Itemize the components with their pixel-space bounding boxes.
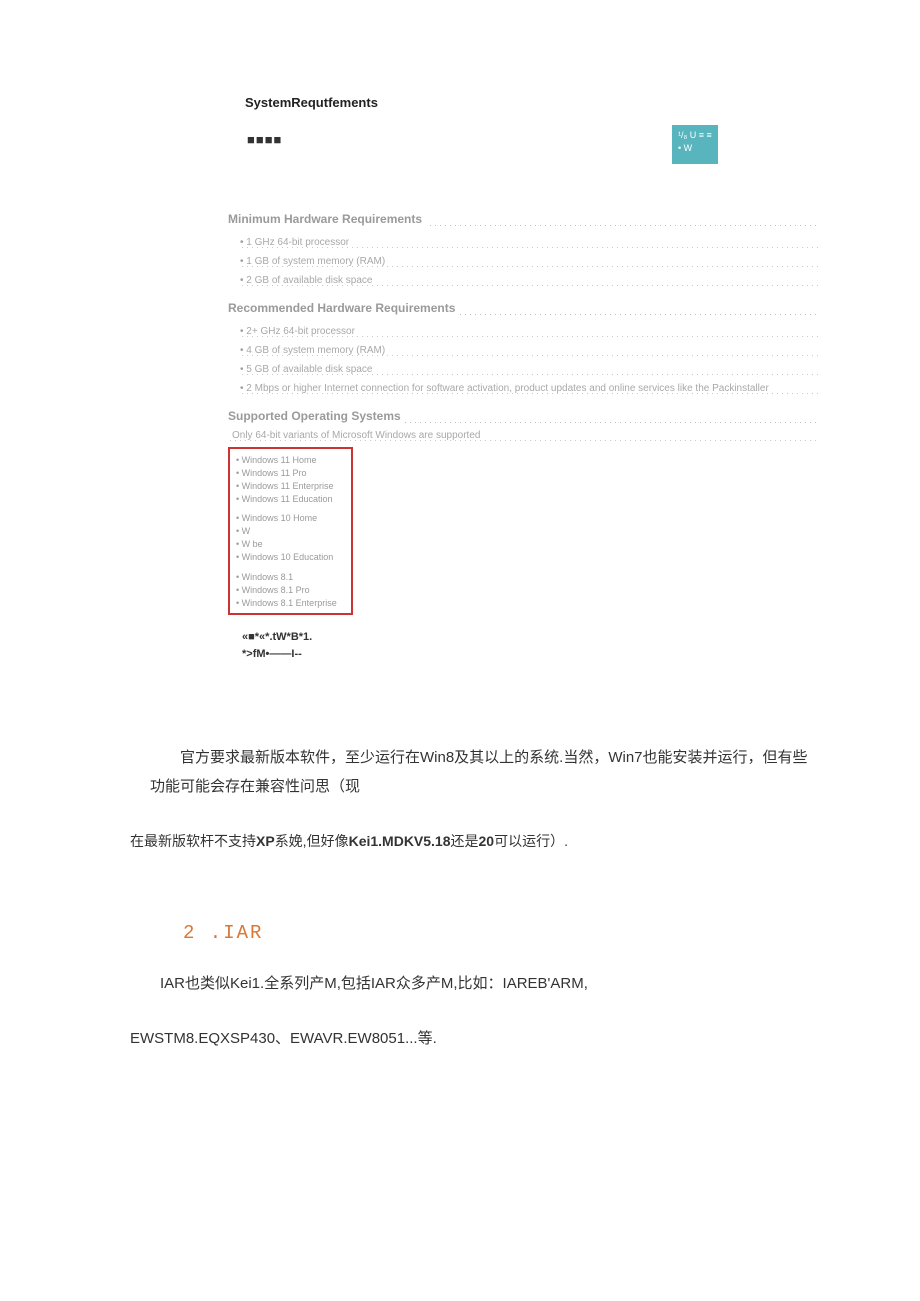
p2-d: Kei1.MDKV5.18 [349, 833, 451, 849]
min-hw-heading: Minimum Hardware Requirements [228, 209, 820, 229]
p2-g: 可以运行）. [494, 833, 568, 849]
section-number-iar: 2 .IAR [183, 922, 820, 944]
p2-b: XP [256, 833, 275, 849]
p2-f: 20 [479, 833, 495, 849]
list-item: 2 GB of available disk space [240, 271, 820, 290]
list-item: W be [236, 538, 345, 551]
p2-c: 系娩,但好像 [275, 833, 349, 849]
list-item: Windows 10 Home [236, 505, 345, 525]
list-item: 1 GB of system memory (RAM) [240, 252, 820, 271]
garble-line-2: *>fM•——I-- [242, 646, 820, 663]
list-item: Windows 11 Enterprise [236, 479, 345, 492]
header-dashes: ■■■■ [247, 132, 820, 147]
list-item: Windows 10 Education [236, 551, 345, 564]
rec-hw-heading: Recommended Hardware Requirements [228, 298, 820, 318]
list-item: 2+ GHz 64-bit processor [240, 322, 820, 341]
list-item: 1 GHz 64-bit processor [240, 233, 820, 252]
os-list: Windows 11 Home Windows 11 Pro Windows 1… [236, 453, 345, 609]
rec-hw-heading-text: Recommended Hardware Requirements [228, 301, 459, 315]
list-item: Windows 8.1 [236, 564, 345, 584]
paragraph-4: EWSTM8.EQXSP430、EWAVR.EW8051...等. [130, 1025, 820, 1054]
list-item: 2 Mbps or higher Internet connection for… [240, 379, 820, 398]
os-note: Only 64-bit variants of Microsoft Window… [228, 426, 820, 445]
os-heading-text: Supported Operating Systems [228, 409, 405, 423]
list-item: W [236, 525, 345, 538]
page-header: SystemRequtfements [245, 95, 820, 110]
list-item: 5 GB of available disk space [240, 360, 820, 379]
paragraph-2: 在最新版软杆不支持XP系娩,但好像Kei1.MDKV5.18还是20可以运行）. [130, 829, 820, 854]
list-item: Windows 11 Education [236, 492, 345, 505]
paragraph-1: 官方要求最新版本软件，至少运行在Win8及其以上的系统.当然，Win7也能安装并… [130, 744, 820, 801]
rec-hw-list: 2+ GHz 64-bit processor 4 GB of system m… [228, 318, 820, 400]
min-hw-heading-text: Minimum Hardware Requirements [228, 212, 426, 226]
garbled-text: «■*«*.tW*B*1. *>fM•——I-- [242, 629, 820, 662]
top-badge: ¹/₈ U ≡ ≡ • W [672, 125, 718, 164]
list-item: Windows 8.1 Pro [236, 583, 345, 596]
list-item: Windows 8.1 Enterprise [236, 596, 345, 609]
paragraph-3: IAR也类似Kei1.全系列产M,包括IAR众多产M,比如：IAREB'ARM, [130, 970, 820, 999]
min-hw-list: 1 GHz 64-bit processor 1 GB of system me… [228, 229, 820, 292]
list-item: Windows 11 Home [236, 453, 345, 466]
garble-line-1: «■*«*.tW*B*1. [242, 629, 820, 646]
os-box: Windows 11 Home Windows 11 Pro Windows 1… [228, 447, 353, 615]
p2-a: 在最新版软杆不支持 [130, 833, 256, 849]
requirements-block: Minimum Hardware Requirements 1 GHz 64-b… [228, 209, 820, 615]
os-heading: Supported Operating Systems [228, 406, 820, 426]
list-item: Windows 11 Pro [236, 466, 345, 479]
list-item: 4 GB of system memory (RAM) [240, 341, 820, 360]
p2-e: 还是 [451, 833, 479, 849]
